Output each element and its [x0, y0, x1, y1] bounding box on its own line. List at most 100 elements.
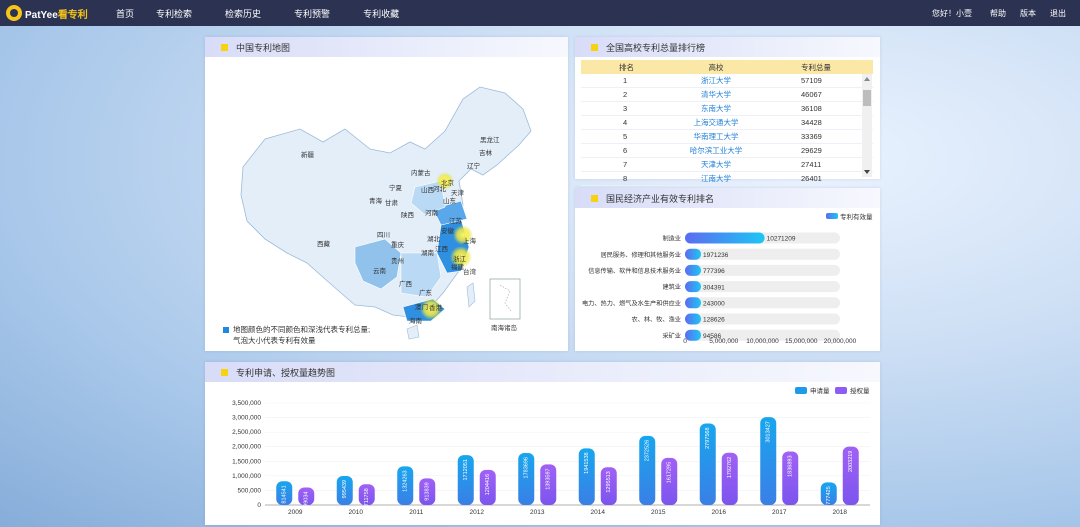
legend-swatch-application[interactable] [795, 387, 807, 394]
legend-color-icon [223, 327, 229, 334]
province-label: 浙江 [453, 254, 467, 263]
map-note-line1: 地图颜色的不同颜色和深浅代表专利总量; [233, 325, 371, 334]
trend-bar-value-label: 1783696 [524, 457, 530, 478]
trend-bar-value-label: 3013427 [766, 421, 772, 442]
map-region-taiwan [466, 282, 476, 308]
trend-bar-value-label: 995439 [342, 480, 348, 498]
scroll-thumb[interactable] [863, 90, 871, 106]
industry-bar[interactable] [685, 313, 701, 325]
trend-bar-value-label: 1295513 [606, 471, 612, 492]
legend-label[interactable]: 专利有效量 [840, 212, 873, 221]
version-link[interactable]: 版本 [1020, 8, 1036, 19]
total-cell: 29629 [801, 146, 822, 155]
province-label: 青海 [369, 196, 383, 205]
legend-swatch[interactable] [826, 213, 838, 219]
industry-x-tick: 20,000,000 [824, 338, 857, 345]
industry-x-tick: 0 [683, 338, 687, 345]
industry-category-label: 制造业 [662, 235, 681, 243]
rank-cell: 7 [623, 160, 628, 169]
table-row: 5 华南理工大学 33369 [581, 130, 873, 144]
col-rank-header: 排名 [619, 62, 634, 72]
patent-map-panel: 中国专利地图 南海诸岛 黑龙江 吉林 辽宁 内蒙古 北京 天津 河北 山西 宁夏… [205, 37, 568, 351]
province-label: 广西 [399, 279, 413, 288]
school-link[interactable]: 清华大学 [661, 89, 771, 100]
province-label: 吉林 [479, 148, 493, 157]
south-sea-inset-label: 南海诸岛 [491, 323, 517, 332]
school-link[interactable]: 上海交通大学 [661, 117, 771, 128]
school-link[interactable]: 东南大学 [661, 103, 771, 114]
logo[interactable]: PatYee看专利 [6, 5, 106, 21]
col-total-header: 专利总量 [801, 62, 831, 72]
user-area: 您好！小壹 帮助 版本 退出 [932, 0, 1080, 26]
trend-bar-value-label: 1617295 [667, 462, 673, 483]
trend-bar-chart[interactable]: 申请量 授权量 0 500,000 1,000,000 1,500,000 2,000,00… [205, 382, 880, 525]
school-link[interactable]: 天津大学 [661, 159, 771, 170]
province-label: 贵州 [391, 256, 404, 265]
legend-label-grant[interactable]: 授权量 [850, 386, 870, 395]
nav-search-history[interactable]: 检索历史 [225, 7, 261, 20]
trend-x-tick: 2011 [409, 509, 423, 516]
province-label: 河南 [425, 208, 439, 217]
industry-x-tick: 5,000,000 [709, 338, 738, 345]
user-greeting: 您好！小壹 [932, 8, 972, 18]
panel-header: 专利申请、授权量趋势图 [205, 362, 880, 382]
total-cell: 27411 [801, 160, 822, 169]
industry-bar[interactable] [685, 329, 701, 341]
col-school-header: 高校 [708, 62, 724, 72]
title-marker-icon [221, 43, 228, 51]
map-legend-note: 地图颜色的不同颜色和深浅代表专利总量; 气泡大小代表专利有效量 [223, 324, 370, 346]
rank-cell: 5 [623, 132, 628, 141]
province-label: 四川 [377, 231, 390, 239]
panel-header: 中国专利地图 [205, 37, 568, 57]
china-map[interactable]: 南海诸岛 黑龙江 吉林 辽宁 内蒙古 北京 天津 河北 山西 宁夏 山东 新疆 … [205, 57, 568, 351]
nav-patent-favorites[interactable]: 专利收藏 [363, 7, 399, 20]
scroll-down-icon[interactable] [864, 170, 870, 174]
trend-bar-value-label: 814541 [282, 485, 288, 503]
trend-bar-value-label: 1712051 [463, 459, 469, 480]
ranking-table: 排名 高校 专利总量 1 浙江大学 57109 2 清华大学 46067 3 东南大学 36… [581, 60, 873, 186]
logout-link[interactable]: 退出 [1050, 8, 1066, 19]
table-scrollbar[interactable] [862, 74, 872, 177]
trend-bar-value-label: 1324263 [403, 470, 409, 491]
trend-x-tick: 2015 [651, 509, 666, 516]
rank-cell: 8 [623, 174, 628, 183]
main-nav: 首页 专利检索 检索历史 专利预警 专利收藏 [106, 7, 432, 20]
panel-title: 全国高校专利总量排行榜 [606, 42, 706, 53]
province-label: 香港 [429, 303, 443, 312]
nav-patent-alert[interactable]: 专利预警 [294, 7, 330, 20]
industry-bar[interactable] [685, 248, 701, 260]
legend-label-application[interactable]: 申请量 [810, 386, 830, 395]
trend-y-tick: 3,000,000 [232, 415, 261, 422]
rank-cell: 1 [623, 76, 628, 85]
industry-category-label: 信息传输、软件和信息技术服务业 [588, 267, 681, 275]
legend-swatch-grant[interactable] [835, 387, 847, 394]
table-header: 排名 高校 专利总量 [581, 60, 873, 74]
province-label: 河北 [433, 185, 447, 193]
school-link[interactable]: 江南大学 [661, 173, 771, 184]
trend-x-tick: 2013 [530, 509, 545, 516]
panel-title: 专利申请、授权量趋势图 [236, 367, 336, 378]
province-label: 陕西 [401, 210, 415, 219]
industry-bar[interactable] [685, 281, 701, 293]
school-link[interactable]: 哈尔滨工业大学 [661, 145, 771, 156]
industry-bar[interactable] [685, 232, 765, 244]
panel-title: 国民经济产业有效专利排名 [606, 193, 715, 204]
rank-cell: 6 [623, 146, 628, 155]
province-label: 湖南 [421, 248, 435, 257]
total-cell: 57109 [801, 76, 822, 85]
industry-x-tick: 10,000,000 [746, 338, 779, 345]
trend-bar-value-label: 1836893 [788, 455, 794, 476]
scroll-up-icon[interactable] [864, 77, 870, 81]
school-link[interactable]: 华南理工大学 [661, 131, 771, 142]
help-link[interactable]: 帮助 [990, 8, 1006, 19]
industry-bar[interactable] [685, 264, 701, 276]
nav-home[interactable]: 首页 [116, 7, 134, 20]
school-link[interactable]: 浙江大学 [661, 75, 771, 86]
table-row: 4 上海交通大学 34428 [581, 116, 873, 130]
industry-bar-chart[interactable]: 专利有效量制造业 10271209 居民服务、修理和其他服务业 1971236 信息传输… [575, 208, 880, 351]
industry-bar[interactable] [685, 297, 701, 309]
title-marker-icon [591, 194, 598, 202]
industry-value-label: 1971236 [703, 252, 729, 259]
nav-patent-search[interactable]: 专利检索 [156, 7, 192, 20]
table-row: 2 清华大学 46067 [581, 88, 873, 102]
